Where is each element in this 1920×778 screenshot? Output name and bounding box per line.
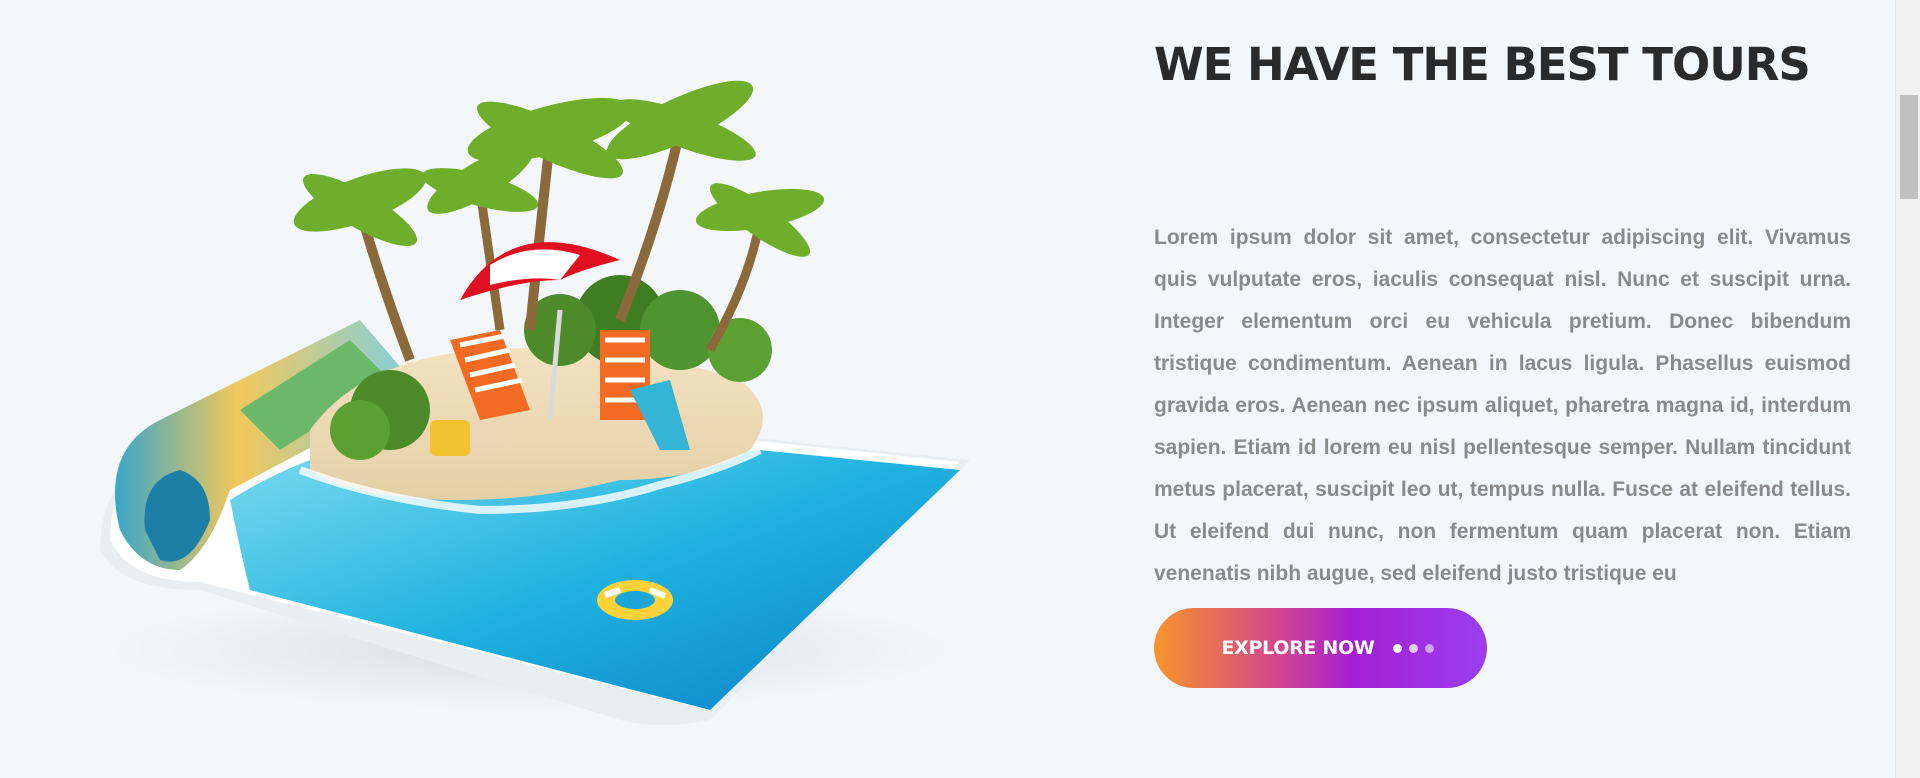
scrollbar-thumb[interactable]: [1900, 95, 1918, 199]
page-title: WE HAVE THE BEST TOURS: [1154, 38, 1811, 91]
page: WE HAVE THE BEST TOURS Lorem ipsum dolor…: [0, 0, 1895, 778]
vertical-scrollbar[interactable]: [1895, 0, 1920, 778]
explore-now-button[interactable]: EXPLORE NOW: [1154, 608, 1487, 688]
tropical-island-magazine-illustration: [60, 30, 1020, 750]
hero-description: Lorem ipsum dolor sit amet, consectetur …: [1154, 226, 1851, 585]
three-dots-icon: [1392, 643, 1434, 653]
hero-content: WE HAVE THE BEST TOURS Lorem ipsum dolor…: [1154, 0, 1851, 688]
explore-now-label: EXPLORE NOW: [1221, 637, 1375, 659]
